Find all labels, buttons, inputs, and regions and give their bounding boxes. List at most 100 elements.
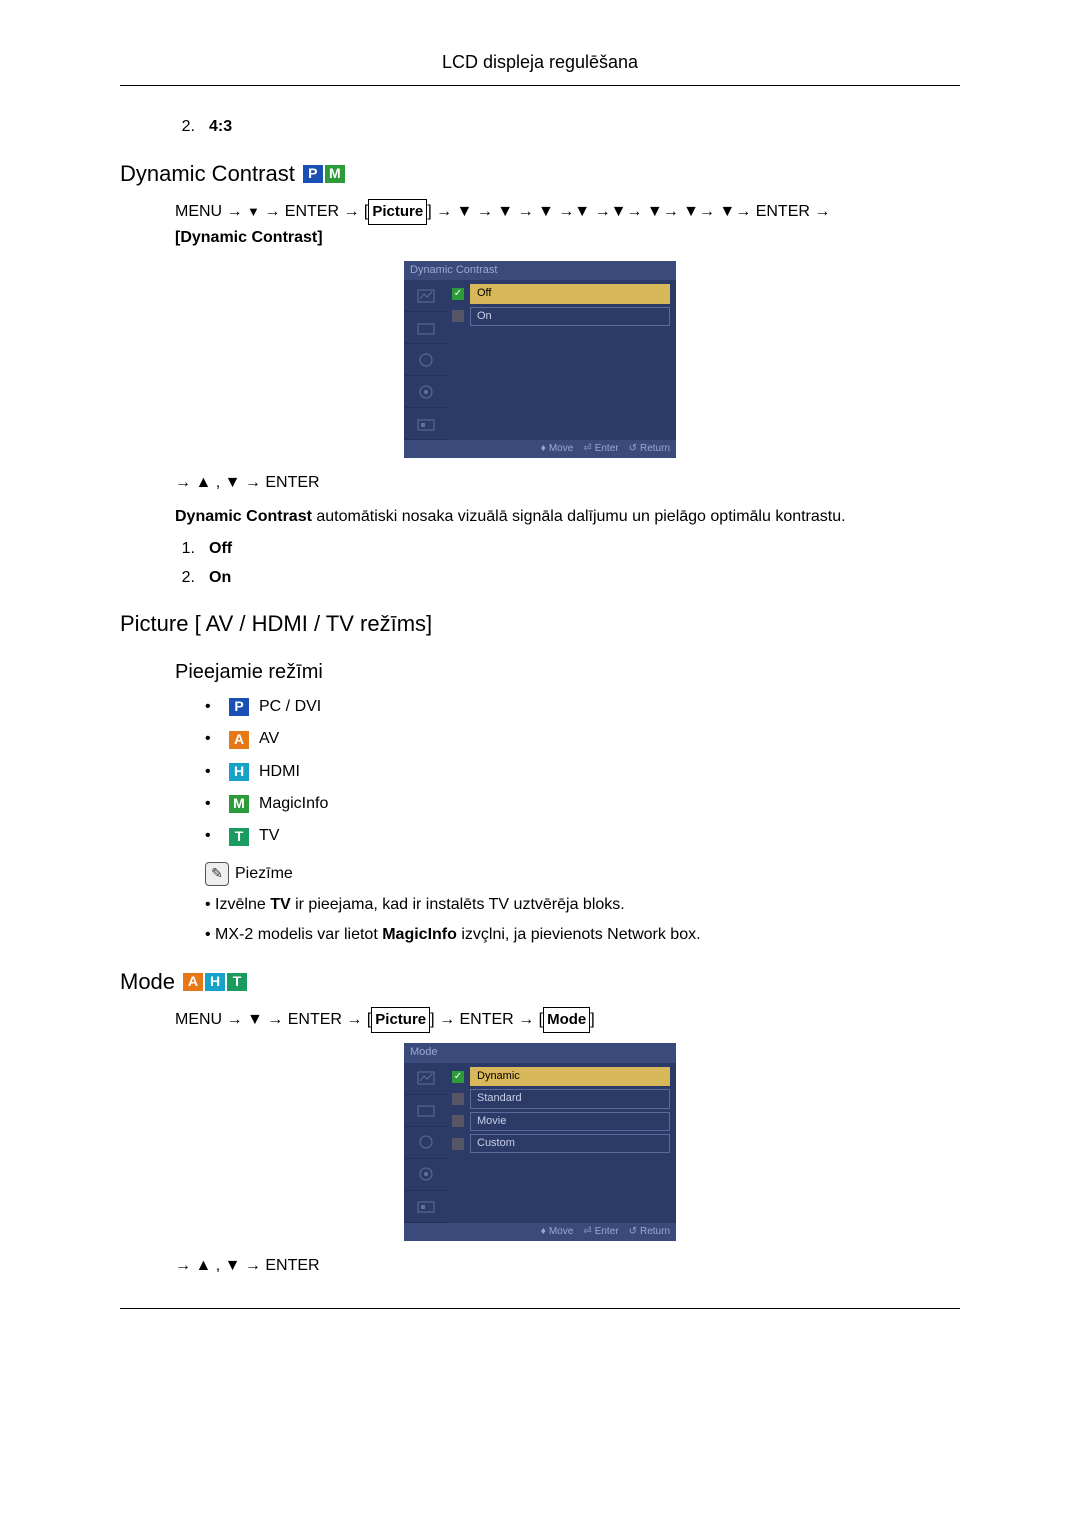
osd-sidebar	[404, 280, 448, 440]
list-item: 2. 4:3	[120, 116, 960, 138]
note-bullet: Izvēlne TV ir pieejama, kad ir instalēts…	[120, 894, 960, 916]
badge-a-icon: A	[183, 973, 203, 991]
osd-option-row: On	[452, 307, 670, 326]
nav-sequence: → ▲ , ▼ → ENTER	[120, 1253, 960, 1279]
osd-option-row: ✓ Dynamic	[452, 1067, 670, 1086]
osd-side-icon	[404, 1063, 448, 1095]
badge-h-icon: H	[229, 763, 249, 781]
list-number: 2.	[175, 116, 195, 138]
check-icon	[452, 1115, 464, 1127]
osd-options: ✓ Off On	[448, 280, 676, 440]
nav-text: MENU → ▼ → ENTER →	[175, 1011, 367, 1028]
down-arrow-icon: ▼	[247, 204, 260, 219]
osd-title: Mode	[404, 1043, 676, 1062]
mode-bullet: M MagicInfo	[120, 793, 960, 815]
osd-option-row: Movie	[452, 1112, 670, 1131]
osd-side-icon	[404, 280, 448, 312]
osd-side-icon	[404, 1127, 448, 1159]
list-text: 4:3	[209, 116, 232, 138]
mode-bullet: P PC / DVI	[120, 696, 960, 718]
bullet-icon	[205, 793, 219, 815]
osd-side-icon	[404, 312, 448, 344]
bullet-icon	[205, 696, 219, 718]
list-number: 2.	[175, 567, 195, 589]
subheading-modes: Pieejamie režīmi	[175, 658, 960, 686]
osd-side-icon	[404, 1191, 448, 1223]
nav-sequence: → ▲ , ▼ → ENTER	[120, 470, 960, 496]
top-rule	[120, 85, 960, 86]
mode-label: TV	[259, 825, 279, 847]
osd-options: ✓ Dynamic Standard Movie Custom	[448, 1063, 676, 1223]
note-label: Piezīme	[235, 863, 293, 885]
osd-foot-enter: ⏎ Enter	[583, 1225, 618, 1239]
heading-picture: Picture [ AV / HDMI / TV režīms]	[120, 609, 960, 640]
list-item: 2. On	[120, 567, 960, 589]
heading-text: Picture [ AV / HDMI / TV režīms]	[120, 609, 432, 640]
list-text: On	[209, 567, 231, 589]
badge-t-icon: T	[227, 973, 247, 991]
mode-label: PC / DVI	[259, 696, 321, 718]
list-number: 1.	[175, 538, 195, 560]
nav-end: [Dynamic Contrast]	[175, 229, 323, 246]
osd-side-icon	[404, 408, 448, 440]
osd-option-row: Custom	[452, 1134, 670, 1153]
check-icon	[452, 310, 464, 322]
badge-p-icon: P	[303, 165, 323, 183]
note-heading: ✎ Piezīme	[120, 862, 960, 886]
osd-footer: ♦ Move ⏎ Enter ↺ Return	[404, 1223, 676, 1241]
nav-text: MENU →	[175, 203, 247, 220]
badge-m-icon: M	[325, 165, 345, 183]
osd-side-icon	[404, 344, 448, 376]
nav-text: → ENTER →	[264, 203, 364, 220]
mode-badges: A H T	[183, 973, 247, 991]
osd-foot-return: ↺ Return	[629, 1225, 670, 1239]
osd-side-icon	[404, 376, 448, 408]
picture-label-icon: [Picture]	[367, 1011, 435, 1028]
osd-option-label: Off	[470, 284, 670, 303]
heading-text: Dynamic Contrast	[120, 159, 295, 190]
check-icon	[452, 1093, 464, 1105]
mode-label: MagicInfo	[259, 793, 328, 815]
osd-footer: ♦ Move ⏎ Enter ↺ Return	[404, 440, 676, 458]
badge-p-icon: P	[229, 698, 249, 716]
note-icon: ✎	[205, 862, 229, 886]
osd-screenshot-dynamic-contrast: Dynamic Contrast ✓ Off On ♦ M	[404, 261, 676, 458]
heading-text: Mode	[120, 967, 175, 998]
osd-foot-move: ♦ Move	[541, 1225, 574, 1239]
mode-badges: P M	[303, 165, 345, 183]
mode-label: HDMI	[259, 761, 300, 783]
osd-option-label: Movie	[470, 1112, 670, 1131]
badge-a-icon: A	[229, 731, 249, 749]
list-item: 1. Off	[120, 538, 960, 560]
osd-foot-move: ♦ Move	[541, 442, 574, 456]
badge-h-icon: H	[205, 973, 225, 991]
osd-option-label: Standard	[470, 1089, 670, 1108]
check-icon: ✓	[452, 288, 464, 300]
osd-option-row: Standard	[452, 1089, 670, 1108]
page-header: LCD displeja regulēšana	[120, 50, 960, 85]
osd-option-label: Custom	[470, 1134, 670, 1153]
osd-title: Dynamic Contrast	[404, 261, 676, 280]
check-icon: ✓	[452, 1071, 464, 1083]
osd-option-label: On	[470, 307, 670, 326]
nav-sequence: MENU → ▼ → ENTER → [Picture] → ENTER → […	[120, 1007, 960, 1033]
bullet-icon	[205, 728, 219, 750]
mode-bullet: T TV	[120, 825, 960, 847]
osd-foot-enter: ⏎ Enter	[583, 442, 618, 456]
check-icon	[452, 1138, 464, 1150]
osd-screenshot-mode: Mode ✓ Dynamic Standard	[404, 1043, 676, 1240]
note-bullet: MX-2 modelis var lietot MagicInfo izvçln…	[120, 924, 960, 946]
list-text: Off	[209, 538, 232, 560]
badge-m-icon: M	[229, 795, 249, 813]
mode-label: AV	[259, 728, 279, 750]
heading-mode: Mode A H T	[120, 967, 960, 998]
bullet-icon	[205, 825, 219, 847]
osd-foot-return: ↺ Return	[629, 442, 670, 456]
nav-sequence: MENU → ▼ → ENTER → [Picture] → ▼ → ▼ → ▼…	[120, 199, 960, 251]
picture-label-icon: [Picture]	[364, 203, 432, 220]
description-text: Dynamic Contrast automātiski nosaka vizu…	[120, 506, 960, 528]
mode-bullet: H HDMI	[120, 761, 960, 783]
nav-text: → ENTER →	[439, 1011, 539, 1028]
nav-text: → ▼ → ▼ → ▼ →▼ →▼→ ▼→ ▼→ ▼→ ENTER →	[436, 203, 830, 220]
mode-label-icon: [Mode]	[539, 1011, 595, 1028]
